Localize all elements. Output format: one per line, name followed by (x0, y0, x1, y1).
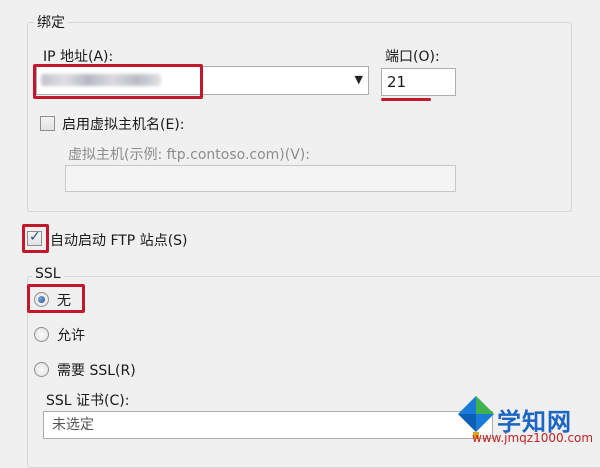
ssl-group-title: SSL (32, 266, 64, 282)
ssl-cert-label: SSL 证书(C): (46, 393, 130, 409)
virtual-host-input[interactable] (65, 165, 456, 192)
auto-start-highlight-box (22, 224, 49, 253)
enable-virtual-host-label: 启用虚拟主机名(E): (62, 117, 185, 133)
ssl-option-require-radio[interactable] (34, 362, 49, 377)
port-input[interactable]: 21 (381, 68, 456, 96)
ssl-option-require-label: 需要 SSL(R) (57, 363, 136, 379)
ssl-cert-select[interactable]: 未选定 (43, 411, 493, 439)
watermark-url: www.jmqz1000.com (472, 431, 594, 445)
ip-address-label: IP 地址(A): (43, 49, 114, 65)
ssl-option-allow-label: 允许 (57, 328, 85, 344)
ssl-none-highlight-box (27, 284, 85, 313)
virtual-host-label: 虚拟主机(示例: ftp.contoso.com)(V): (68, 147, 310, 163)
chevron-down-icon[interactable]: ▼ (355, 67, 363, 93)
auto-start-label: 自动启动 FTP 站点(S) (50, 233, 188, 249)
binding-group-title: 绑定 (34, 12, 68, 32)
enable-virtual-host-checkbox[interactable] (40, 116, 55, 131)
ip-highlight-box (33, 64, 203, 99)
ssl-option-allow-radio[interactable] (34, 327, 49, 342)
port-underline (381, 98, 431, 101)
port-label: 端口(O): (385, 49, 440, 65)
